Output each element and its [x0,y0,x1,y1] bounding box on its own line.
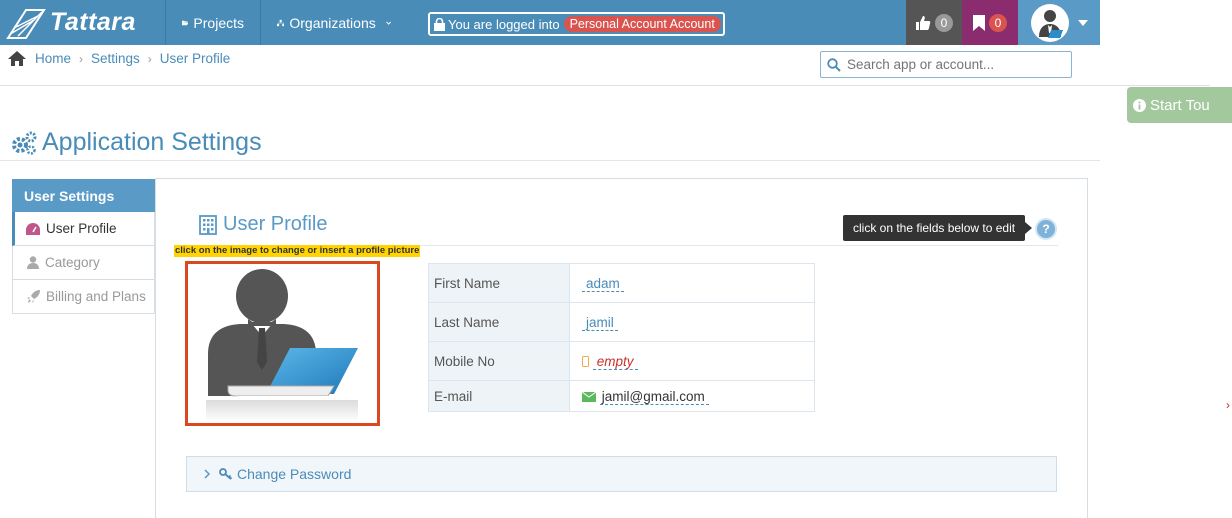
sidebar-item-label: User Profile [46,221,117,236]
edit-tooltip: click on the fields below to edit [843,215,1033,241]
field-label-first-name: First Name [428,263,570,303]
breadcrumb-separator: › [147,51,152,66]
first-name-value[interactable]: adam [582,275,624,292]
page-title-text: Application Settings [42,128,262,156]
breadcrumb-current[interactable]: User Profile [160,51,231,66]
sidebar-heading: User Settings [12,179,155,212]
building-icon [199,214,217,235]
topbar-blank [1100,0,1232,45]
field-label-email: E-mail [428,380,570,412]
table-row: Last Name jamil [428,302,815,342]
field-value-email-cell: jamil@gmail.com [569,380,815,412]
search-box[interactable] [820,51,1072,78]
table-row: First Name adam [428,263,815,303]
breadcrumb-separator: › [79,51,84,66]
tattara-logo-icon [6,8,46,39]
sitemap-icon [277,19,285,26]
image-hint: click on the image to change or insert a… [174,245,421,257]
nav-projects[interactable]: Projects [165,0,260,45]
rocket-icon [27,290,40,303]
brand-name: Tattara [50,8,136,36]
chevron-edge-icon: › [1226,398,1230,412]
mobile-phone-icon [582,355,589,367]
field-label-mobile: Mobile No [428,341,570,381]
chevron-right-icon [204,469,211,479]
page-title: Application Settings [11,128,262,157]
change-password-toggle[interactable]: Change Password [186,456,1057,492]
breadcrumb: Home › Settings › User Profile [8,51,230,66]
envelope-icon [581,391,597,402]
start-tour-label: Start Tou [1150,96,1210,114]
change-password-label: Change Password [237,466,352,482]
caret-down-icon [1078,19,1088,26]
likes-button[interactable]: 0 [906,0,962,45]
breadcrumb-bar: Home › Settings › User Profile [0,45,1210,86]
folder-open-icon [182,20,189,25]
lock-icon [434,17,445,31]
likes-count: 0 [935,13,953,32]
sidebar-item-billing[interactable]: Billing and Plans [12,280,155,314]
start-tour-button[interactable]: Start Tou [1127,87,1232,123]
profile-picture[interactable] [185,261,380,426]
sidebar-item-category[interactable]: Category [12,246,155,280]
mobile-value[interactable]: empty [592,353,638,370]
top-navbar: Tattara Projects Organizations You are l… [0,0,1232,45]
settings-sidebar: User Settings User Profile Category Bill… [12,179,155,314]
table-row: E-mail jamil@gmail.com [428,380,815,412]
last-name-value[interactable]: jamil [582,314,618,331]
search-icon [827,57,841,72]
sidebar-item-user-profile[interactable]: User Profile [12,212,155,246]
account-badge: Personal Account Account [563,16,721,32]
home-icon[interactable] [8,51,26,66]
search-input[interactable] [847,57,1067,72]
section-title-text: User Profile [223,213,328,235]
login-prefix: You are logged into [448,16,560,32]
account-switcher[interactable]: You are logged into Personal Account Acc… [428,12,725,36]
breadcrumb-home[interactable]: Home [35,51,71,66]
bookmarks-button[interactable]: 0 [962,0,1018,45]
user-menu[interactable] [1018,0,1100,45]
breadcrumb-settings[interactable]: Settings [91,51,140,66]
nav-projects-label: Projects [193,14,244,31]
field-value-last-name-cell: jamil [569,302,815,342]
thumbs-up-icon [916,15,931,30]
field-value-first-name-cell: adam [569,263,815,303]
section-title: User Profile [199,213,327,236]
user-icon [27,256,39,269]
bookmark-icon [973,14,985,31]
field-label-last-name: Last Name [428,302,570,342]
table-row: Mobile No empty [428,341,815,381]
user-avatar-icon [1031,3,1069,42]
businessman-laptop-icon [206,269,358,422]
nav-organizations-label: Organizations [289,14,376,31]
info-circle-icon [1133,98,1146,112]
dashboard-icon [26,222,40,235]
sidebar-item-label: Billing and Plans [46,289,146,304]
chevron-down-icon [385,21,391,25]
title-divider [0,160,1100,161]
help-button[interactable]: ? [1035,218,1057,240]
nav-organizations[interactable]: Organizations [260,0,412,45]
gears-icon [12,131,37,155]
profile-fields-table: First Name adam Last Name jamil Mobile N… [428,263,815,412]
email-value[interactable]: jamil@gmail.com [599,388,709,405]
key-icon [219,468,233,480]
sidebar-item-label: Category [45,255,100,270]
bookmarks-count: 0 [989,13,1007,32]
brand-logo[interactable]: Tattara [0,0,165,45]
field-value-mobile-cell: empty [569,341,815,381]
